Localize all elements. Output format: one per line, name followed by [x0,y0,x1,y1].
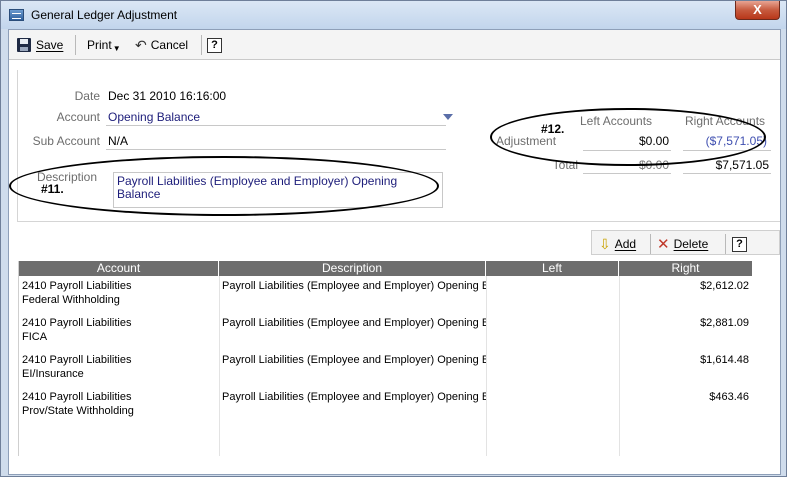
account-underline [106,125,446,126]
toolbar-separator [75,35,76,55]
delete-label: Delete [673,237,709,251]
account-select[interactable]: Opening Balance [108,110,200,124]
floppy-icon [17,38,31,52]
help-icon: ? [732,236,747,252]
toolbar-separator [725,234,726,254]
table-row[interactable]: 2410 Payroll Liabilities Federal Withhold… [19,277,752,314]
column-header-left[interactable]: Left [486,261,619,276]
date-value[interactable]: Dec 31 2010 16:16:00 [108,89,226,103]
right-cell: $1,614.48 [700,354,749,366]
right-accounts-label: Right Accounts [685,114,766,128]
account-cell: 2410 Payroll Liabilities Federal Withhold… [22,280,132,306]
adjustment-left-underline [583,150,671,151]
print-label: Print [87,38,112,52]
column-header-account[interactable]: Account [19,261,219,276]
description-cell: Payroll Liabilities (Employee and Employ… [222,391,486,403]
app-icon [9,9,24,21]
right-cell: $2,881.09 [700,317,749,329]
account-cell: 2410 Payroll Liabilities FICA [22,317,132,343]
total-left-underline [583,173,671,174]
table-row[interactable]: 2410 Payroll Liabilities EI/Insurance Pay… [19,351,752,388]
sub-account-underline [106,149,446,150]
toolbar-separator [201,35,202,55]
table-row[interactable]: 2410 Payroll Liabilities FICA Payroll Lia… [19,314,752,351]
chevron-down-icon: ▼ [112,43,121,53]
dropdown-arrow-icon[interactable] [443,114,453,120]
adjustment-form: Date Dec 31 2010 16:16:00 Account Openin… [9,70,780,222]
window: General Ledger Adjustment X Save Print ▼… [0,0,787,477]
grid-help-button[interactable]: ? [732,234,747,254]
description-cell: Payroll Liabilities (Employee and Employ… [222,280,486,292]
account-cell: 2410 Payroll Liabilities Prov/State Withh… [22,391,134,417]
delete-x-icon: ✕ [657,236,670,253]
ledger-grid: Account Description Left Right 2410 Payr… [18,261,752,456]
toolbar-separator [650,234,651,254]
total-label: Total [552,158,578,172]
cancel-button[interactable]: ↶ Cancel [135,35,188,55]
main-toolbar: Save Print ▼ ↶ Cancel ? [9,30,780,60]
add-button[interactable]: ⇩ Add [599,234,636,254]
left-cell [486,277,619,314]
description-cell: Payroll Liabilities (Employee and Employ… [222,317,486,329]
date-label: Date [74,89,100,103]
left-cell [486,351,619,388]
annotation-11: #11. [41,182,64,196]
left-cell [486,314,619,351]
print-button[interactable]: Print ▼ [87,35,121,55]
cancel-label: Cancel [150,38,189,52]
adjustment-left: $0.00 [638,134,669,148]
table-row[interactable]: 2410 Payroll Liabilities Prov/State Withh… [19,388,752,425]
title-bar[interactable]: General Ledger Adjustment X [1,1,786,29]
total-right-underline [683,173,771,174]
adjustment-right: ($7,571.05) [705,134,767,148]
adjustment-label: Adjustment [496,134,557,148]
adjustment-right-underline [683,150,771,151]
right-cell: $463.46 [709,391,749,403]
help-icon: ? [207,37,222,53]
column-header-right[interactable]: Right [619,261,752,276]
left-accounts-label: Left Accounts [580,114,653,128]
close-button[interactable]: X [735,1,780,20]
client-area: Save Print ▼ ↶ Cancel ? Date Dec 31 2010… [8,29,781,475]
total-left: $0.00 [638,158,669,172]
undo-icon: ↶ [135,36,147,53]
left-cell [486,388,619,425]
save-button[interactable]: Save [17,35,63,55]
description-cell: Payroll Liabilities (Employee and Employ… [222,354,486,366]
sub-account-label: Sub Account [32,134,100,148]
delete-button[interactable]: ✕ Delete [657,234,708,254]
grid-toolbar: ⇩ Add ✕ Delete ? [591,230,780,255]
window-title: General Ledger Adjustment [31,8,178,22]
description-field[interactable]: Payroll Liabilities (Employee and Employ… [113,172,443,208]
account-cell: 2410 Payroll Liabilities EI/Insurance [22,354,132,380]
help-button[interactable]: ? [207,35,222,55]
column-header-description[interactable]: Description [219,261,486,276]
right-cell: $2,612.02 [700,280,749,292]
save-label: Save [36,38,64,52]
add-label: Add [614,237,637,251]
sub-account-value[interactable]: N/A [108,134,128,148]
account-label: Account [56,110,100,124]
arrow-down-icon: ⇩ [599,235,611,252]
total-right: $7,571.05 [715,158,769,172]
